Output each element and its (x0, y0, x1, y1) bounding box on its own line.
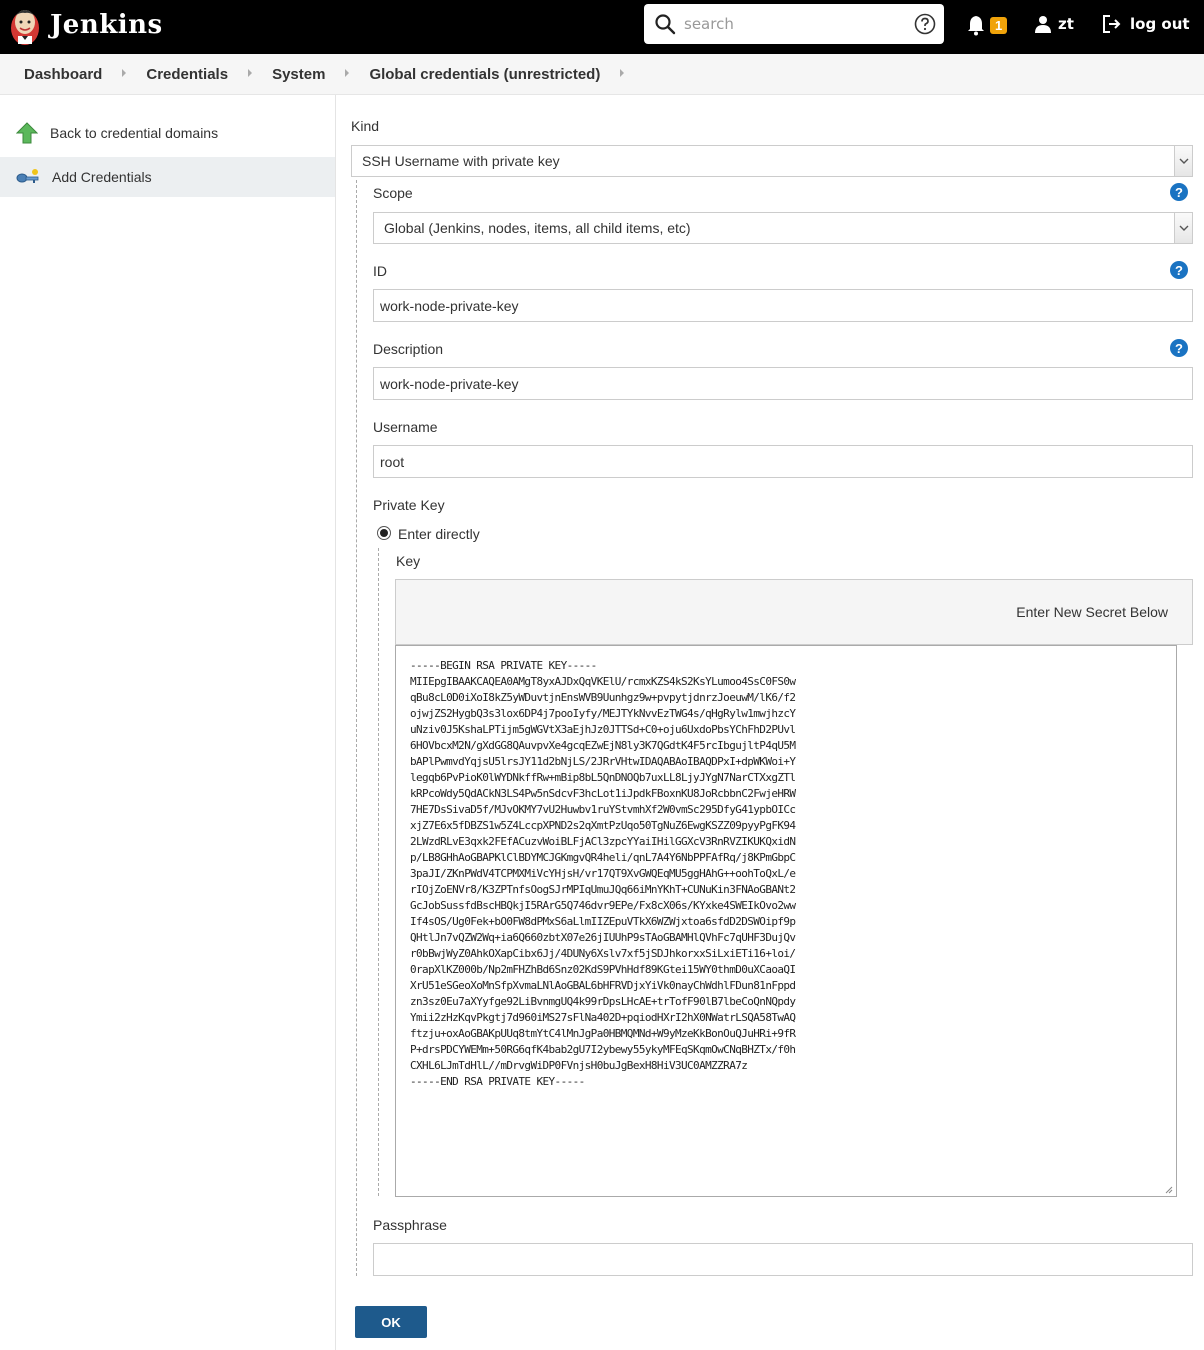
key-icon (16, 169, 39, 183)
app-name: Jenkins (50, 10, 163, 40)
scope-select-value: Global (Jenkins, nodes, items, all child… (384, 220, 691, 236)
breadcrumb-chevron-icon[interactable] (122, 69, 127, 77)
username-label: Username (373, 419, 438, 435)
passphrase-label: Passphrase (373, 1217, 447, 1233)
jenkins-butler-icon (11, 10, 39, 45)
passphrase-field[interactable] (373, 1243, 1193, 1276)
help-icon[interactable]: ? (1170, 261, 1188, 279)
kind-label: Kind (351, 118, 380, 134)
help-icon[interactable]: ? (1170, 183, 1188, 201)
breadcrumb-chevron-icon[interactable] (248, 69, 253, 77)
key-label: Key (396, 553, 421, 569)
search-input[interactable] (684, 11, 904, 37)
private-key-textarea[interactable]: -----BEGIN RSA PRIVATE KEY----- MIIEpgIB… (395, 645, 1177, 1197)
scope-select[interactable]: Global (Jenkins, nodes, items, all child… (373, 212, 1193, 244)
user-menu[interactable]: zt (1034, 15, 1074, 33)
kind-select[interactable]: SSH Username with private key (351, 145, 1193, 177)
id-field[interactable] (373, 289, 1193, 322)
description-label: Description (373, 341, 444, 357)
private-key-label: Private Key (373, 497, 445, 513)
chevron-down-icon[interactable] (1174, 146, 1192, 176)
up-arrow-icon (16, 122, 38, 144)
bell-icon (968, 16, 984, 36)
section-divider (356, 180, 357, 1276)
key-secret-header: Enter New Secret Below (395, 579, 1193, 645)
jenkins-logo[interactable]: Jenkins (8, 4, 163, 46)
help-icon[interactable]: ? (1170, 339, 1188, 357)
search-icon (655, 14, 676, 35)
logout-label: log out (1130, 15, 1190, 33)
breadcrumb-system[interactable]: System (272, 66, 325, 83)
logout-button[interactable]: log out (1102, 14, 1190, 34)
key-section-divider (378, 548, 379, 1196)
description-field[interactable] (373, 367, 1193, 400)
key-secret-header-text: Enter New Secret Below (1016, 604, 1168, 620)
username-field[interactable] (373, 445, 1193, 478)
sidebar: Back to credential domains Add Credentia… (0, 95, 336, 1350)
search-box (644, 4, 944, 44)
breadcrumb-credentials[interactable]: Credentials (146, 66, 228, 83)
scope-label: Scope (373, 185, 413, 201)
sidebar-item-label: Add Credentials (52, 169, 152, 185)
notification-badge: 1 (990, 16, 1008, 34)
user-name: zt (1058, 15, 1074, 33)
logout-icon (1103, 15, 1121, 33)
top-header: Jenkins 1 zt log out (0, 0, 1204, 54)
breadcrumb-chevron-icon[interactable] (620, 69, 625, 77)
breadcrumb-chevron-icon[interactable] (345, 69, 350, 77)
enter-directly-radio[interactable] (377, 526, 391, 540)
chevron-down-icon[interactable] (1174, 213, 1192, 243)
user-icon (1035, 16, 1051, 33)
sidebar-item-add-credentials[interactable]: Add Credentials (0, 157, 335, 197)
resize-grip-icon[interactable] (1163, 1184, 1173, 1194)
breadcrumb: Dashboard Credentials System Global cred… (0, 54, 1204, 95)
ok-button[interactable]: OK (355, 1306, 427, 1338)
kind-select-value: SSH Username with private key (362, 153, 560, 169)
help-circle-icon[interactable] (914, 13, 936, 35)
radio-selected-dot (380, 529, 388, 537)
id-label: ID (373, 263, 387, 279)
breadcrumb-dashboard[interactable]: Dashboard (24, 66, 102, 83)
notifications-button[interactable]: 1 (966, 14, 1008, 36)
sidebar-item-label: Back to credential domains (50, 125, 219, 141)
enter-directly-label[interactable]: Enter directly (398, 526, 480, 542)
breadcrumb-global-credentials[interactable]: Global credentials (unrestricted) (369, 66, 600, 83)
sidebar-item-back-to-domains[interactable]: Back to credential domains (0, 113, 335, 153)
